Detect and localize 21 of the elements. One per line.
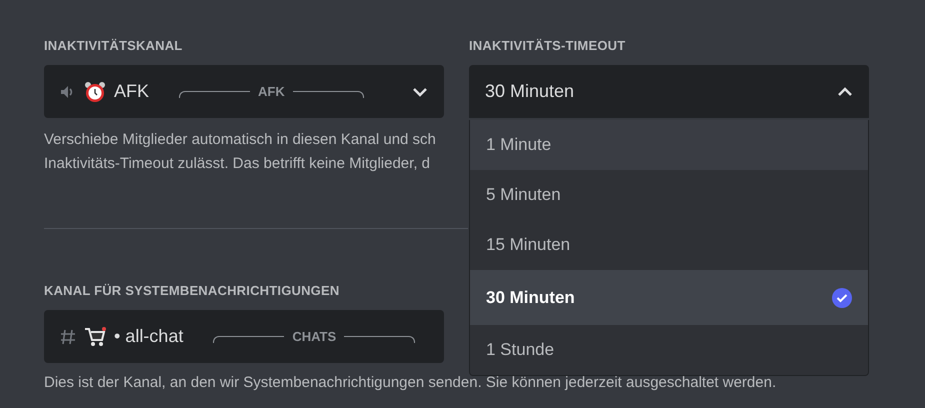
shopping-cart-icon	[84, 326, 106, 346]
category-name: AFK	[258, 84, 285, 99]
chevron-icon	[837, 86, 853, 96]
description-text: Dies ist der Kanal, an den wir Systembenachrichtigungen senden. Sie können jederzeit ausgeschaltet werden.	[44, 373, 776, 393]
field-label: KANAL FÜR SYSTEMBENACHRICHTIGUNGEN	[44, 283, 340, 298]
description-text: Inaktivitäts-Timeout zulässt. Das betrifft keine Mitglieder, d	[44, 154, 430, 174]
channel-select[interactable]: • all-chat CHATS	[44, 310, 444, 363]
check-icon	[832, 288, 852, 308]
field-label: INAKTIVITÄTSKANAL	[44, 38, 184, 53]
timeout-select[interactable]: 30 Minuten	[469, 65, 869, 118]
dropdown-option[interactable]: 30 Minuten	[470, 270, 868, 325]
channel-select[interactable]: AFK AFK	[44, 65, 444, 118]
channel-name: AFK	[114, 81, 150, 102]
category-name: CHATS	[292, 329, 336, 344]
field-label: INAKTIVITÄTS-TIMEOUT	[469, 38, 626, 53]
chevron-icon	[412, 86, 428, 96]
description-text: Verschiebe Mitglieder automatisch in diesen Kanal und sch	[44, 130, 436, 150]
channel-name: • all-chat	[114, 326, 184, 347]
dropdown-option[interactable]: 1 Minute	[470, 120, 868, 170]
alarm-clock-icon	[84, 80, 106, 102]
hash-icon	[60, 328, 76, 344]
